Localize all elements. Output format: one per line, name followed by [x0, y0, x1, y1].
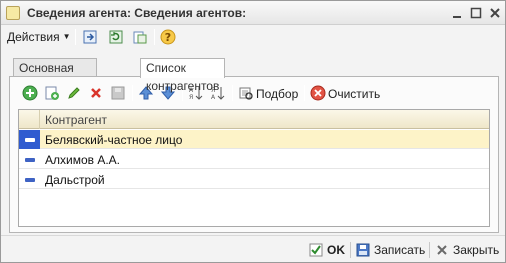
close-button[interactable]: Закрыть: [435, 242, 499, 258]
table-header: Контрагент: [19, 110, 489, 129]
svg-text:Я: Я: [189, 94, 193, 101]
toolbar-divider: [232, 85, 233, 101]
footer-divider: [429, 242, 430, 258]
clear-icon[interactable]: [310, 85, 326, 101]
close-label: Закрыть: [453, 243, 500, 257]
save-button[interactable]: Записать: [356, 242, 425, 258]
minimize-icon[interactable]: [449, 5, 465, 21]
main-toolbar: Действия ▼ ?: [5, 27, 501, 47]
add-icon[interactable]: [22, 85, 38, 101]
ok-label: OK: [327, 243, 345, 257]
marker-column-header: [19, 110, 40, 129]
table-row[interactable]: Белявский-частное лицо: [19, 130, 489, 149]
toolbar-divider: [132, 85, 133, 101]
svg-text:?: ?: [165, 31, 171, 44]
row-marker-icon: [25, 178, 35, 182]
clear-button[interactable]: Очистить: [328, 87, 380, 101]
counterparties-panel: AЯ ЯA Подбор Очистить Контрагент: [9, 76, 499, 233]
ok-icon: [309, 243, 323, 257]
copy-icon[interactable]: [131, 28, 149, 46]
table-row[interactable]: Дальстрой: [19, 170, 489, 189]
toolbar-divider: [304, 85, 305, 101]
window-icon: [6, 6, 20, 20]
add-copy-icon[interactable]: [44, 85, 60, 101]
edit-icon[interactable]: [66, 85, 82, 101]
chevron-down-icon: ▼: [62, 32, 71, 41]
maximize-icon[interactable]: [468, 5, 484, 21]
row-marker-icon: [25, 158, 35, 162]
save-label: Записать: [374, 243, 426, 257]
dialog-window: Сведения агента: Сведения агентов: Дейст…: [0, 0, 506, 263]
tab-counterparties-label: Список контрагентов: [146, 61, 220, 93]
tab-main-info[interactable]: Основная информация: [13, 58, 97, 93]
row-counterparty: Алхимов А.А.: [45, 153, 121, 167]
row-marker-cell: [19, 130, 40, 149]
save-icon: [356, 243, 370, 257]
select-button[interactable]: Подбор: [256, 87, 298, 101]
tab-counterparties[interactable]: Список контрагентов: [140, 58, 226, 93]
footer-divider: [350, 242, 351, 258]
window-title: Сведения агента: Сведения агентов:: [27, 6, 247, 20]
toolbar-divider: [154, 29, 155, 45]
row-counterparty: Белявский-частное лицо: [45, 133, 183, 147]
ok-button[interactable]: OK: [309, 242, 345, 258]
go-to-icon[interactable]: [81, 28, 99, 46]
close-x-icon: [435, 243, 449, 257]
row-marker-cell: [19, 170, 40, 189]
select-icon[interactable]: [238, 85, 254, 101]
svg-text:A: A: [211, 94, 216, 101]
toolbar-divider: [75, 29, 76, 45]
actions-label: Действия: [7, 30, 60, 44]
close-icon[interactable]: [487, 5, 503, 21]
delete-icon[interactable]: [88, 85, 104, 101]
help-icon[interactable]: ?: [159, 28, 177, 46]
dialog-footer: OK Записать Закрыть: [1, 235, 505, 262]
save-disabled-icon[interactable]: [110, 85, 126, 101]
row-marker-cell: [19, 150, 40, 169]
row-counterparty: Дальстрой: [45, 173, 105, 187]
row-marker-icon: [25, 138, 35, 142]
column-header-counterparty[interactable]: Контрагент: [45, 113, 107, 127]
counterparties-table: Контрагент Белявский-частное лицо Алхимо…: [18, 109, 490, 227]
list-toolbar: AЯ ЯA Подбор Очистить: [20, 85, 490, 103]
refresh-icon[interactable]: [107, 28, 125, 46]
table-row[interactable]: Алхимов А.А.: [19, 150, 489, 169]
title-bar: Сведения агента: Сведения агентов:: [1, 1, 505, 25]
actions-menu[interactable]: Действия ▼: [7, 30, 71, 44]
